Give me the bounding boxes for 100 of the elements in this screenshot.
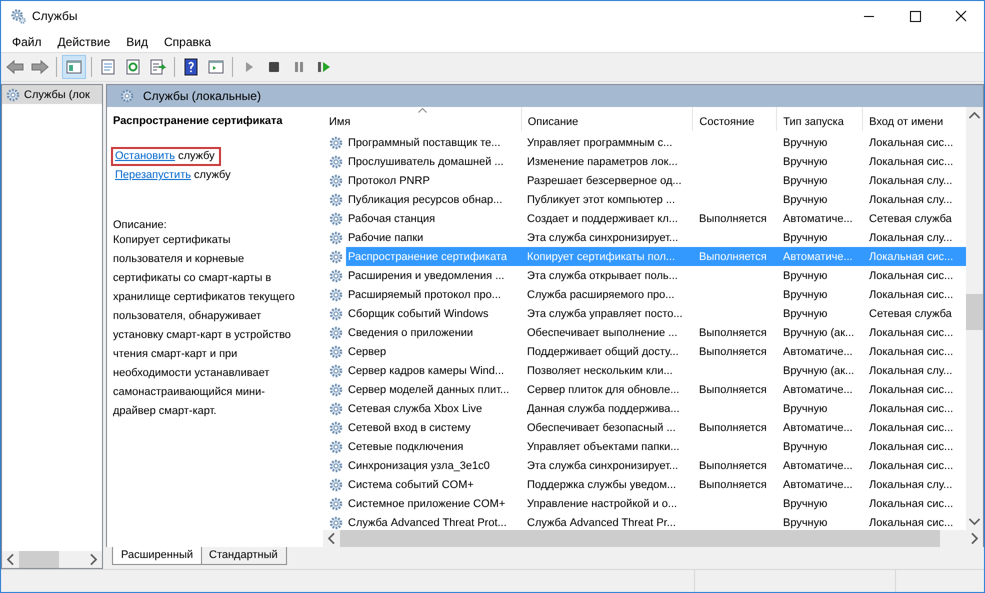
table-cell-text: Публикует этот компьютер ... bbox=[526, 194, 676, 206]
table-cell-text: Вручную (ак... bbox=[782, 326, 856, 338]
gear-icon bbox=[328, 400, 344, 416]
gears-icon bbox=[10, 8, 26, 24]
tree-item[interactable]: Службы (лок bbox=[2, 85, 102, 104]
description-label: Описание: bbox=[113, 219, 168, 231]
column-header[interactable]: Состояние bbox=[693, 107, 778, 131]
table-cell-text: Локальная сис... bbox=[868, 498, 954, 510]
menu-item[interactable]: Вид bbox=[118, 34, 156, 48]
console-tree-icon[interactable] bbox=[62, 55, 86, 79]
table-cell-text: Сервер моделей данных плит... bbox=[347, 384, 510, 396]
table-cell-text: Изменение параметров лок... bbox=[526, 156, 679, 168]
sort-caret-icon bbox=[418, 108, 427, 113]
scroll-thumb[interactable] bbox=[19, 551, 59, 568]
table-cell-text: Локальная сис... bbox=[868, 516, 954, 528]
column-header[interactable]: Вход от имени bbox=[863, 107, 966, 131]
table-cell-text: Эта служба синхронизирует... bbox=[526, 460, 680, 472]
table-row[interactable]: Прослушиватель домашней ... Изменение параметров лок... Вручную Локальная сис... bbox=[346, 152, 967, 171]
table-cell-text: Выполняется bbox=[698, 250, 768, 262]
table-cell-text: Поддержка службы уведом... bbox=[526, 478, 678, 490]
table-cell-text: Рабочая станция bbox=[347, 212, 436, 224]
vertical-scrollbar[interactable] bbox=[966, 107, 983, 530]
scroll-thumb[interactable] bbox=[966, 294, 983, 330]
table-row[interactable]: Рабочие папки Эта служба синхронизирует... Вручную Локальная слу... bbox=[346, 228, 967, 247]
table-cell-text: Автоматиче... bbox=[782, 346, 854, 358]
gear-icon bbox=[328, 496, 344, 512]
table-cell-text: Сервер кадров камеры Wind... bbox=[347, 364, 506, 376]
table-row[interactable]: Синхронизация узла_3e1c0 Эта служба синхронизирует... Выполняется Автоматиче... Локальная сис... bbox=[346, 456, 967, 475]
menu-item[interactable]: Справка bbox=[156, 34, 220, 48]
description-text: Копирует сертификаты пользователя и корневые сертификаты со смарт-карты в хранилище сертификатов текущего пользователя, обнаруживает установку смарт-карт в устройство чтения смарт-карт и при необходимости устанавливает самонастраивающийся мини-драйвер смарт-карт. bbox=[113, 233, 295, 419]
action-link[interactable]: Остановить bbox=[115, 150, 176, 162]
table-cell-text: Выполняется bbox=[698, 422, 768, 434]
action-link[interactable]: Перезапустить bbox=[115, 169, 191, 181]
menu-item[interactable]: Файл bbox=[4, 34, 50, 48]
column-header[interactable]: Имя bbox=[323, 107, 522, 131]
table-cell-text: Локальная сис... bbox=[868, 422, 954, 434]
table-cell-text: Локальная слу... bbox=[868, 478, 954, 490]
table-row[interactable]: Сервер Поддерживает общий досту... Выполняется Автоматиче... Локальная сис... bbox=[346, 342, 967, 361]
view-tab[interactable]: Стандартный bbox=[200, 547, 287, 565]
table-row[interactable]: Сервер кадров камеры Wind... Позволяет нескольким кли... Вручную (ак... Локальная слу... bbox=[346, 361, 967, 380]
table-cell-text: Расширения и уведомления ... bbox=[347, 270, 506, 282]
menu-item[interactable]: Действие bbox=[50, 34, 118, 48]
table-cell-text: Эта служба синхронизирует... bbox=[526, 232, 680, 244]
table-cell-text: Обеспечивает безопасный ... bbox=[526, 422, 677, 434]
table-cell-text: Сетевая служба bbox=[868, 308, 953, 320]
table-cell-text: Вручную bbox=[782, 194, 828, 206]
table-row[interactable]: Сетевые подключения Управляет объектами папки... Вручную Локальная сис... bbox=[346, 437, 967, 456]
table-row[interactable]: Системное приложение COM+ Управление настройкой и о... Вручную Локальная сис... bbox=[346, 494, 967, 513]
table-cell-text: Выполняется bbox=[698, 346, 768, 358]
table-row[interactable]: Расширения и уведомления ... Эта служба открывает поль... Вручную Локальная сис... bbox=[346, 266, 967, 285]
table-cell-text: Локальная сис... bbox=[868, 288, 954, 300]
table-cell-text: Служба Advanced Threat Pr... bbox=[526, 516, 677, 528]
table-cell-text: Вручную (ак... bbox=[782, 364, 856, 376]
gear-icon bbox=[328, 210, 344, 226]
table-cell-text: Локальная слу... bbox=[868, 364, 954, 376]
table-cell-text: Локальная сис... bbox=[868, 270, 954, 282]
gear-icon bbox=[328, 382, 344, 398]
table-cell-text: Сервер bbox=[347, 346, 388, 358]
gear-icon bbox=[328, 420, 344, 436]
horizontal-scrollbar[interactable] bbox=[2, 551, 102, 568]
table-cell-text: Рабочие папки bbox=[347, 232, 424, 244]
table-cell-text: Локальная сис... bbox=[868, 440, 954, 452]
table-cell-text: Вручную bbox=[782, 156, 828, 168]
table-row[interactable]: Расширяемый протокол про... Служба расширяемого про... Вручную Локальная сис... bbox=[346, 285, 967, 304]
table-row[interactable]: Сведения о приложении Обеспечивает выполнение ... Выполняется Вручную (ак... Локальная сис... bbox=[346, 323, 967, 342]
gear-icon bbox=[328, 438, 344, 454]
table-cell-text: Сетевая служба Xbox Live bbox=[347, 402, 484, 414]
table-cell-text: Выполняется bbox=[698, 460, 768, 472]
table-row[interactable]: Рабочая станция Создает и поддерживает кл... Выполняется Автоматиче... Сетевая служба bbox=[346, 209, 967, 228]
table-row[interactable]: Система событий COM+ Поддержка службы уведом... Выполняется Автоматиче... Локальная слу... bbox=[346, 475, 967, 494]
table-cell-text: Сетевой вход в систему bbox=[347, 422, 472, 434]
table-cell-text: Создает и поддерживает кл... bbox=[526, 212, 679, 224]
table-row[interactable]: Сетевая служба Xbox Live Данная служба поддержива... Вручную Локальная сис... bbox=[346, 399, 967, 418]
table-cell-text: Синхронизация узла_3e1c0 bbox=[347, 460, 491, 472]
column-header[interactable]: Описание bbox=[522, 107, 694, 131]
table-cell-text: Эта служба управляет посто... bbox=[526, 308, 684, 320]
table-cell-text: Автоматиче... bbox=[782, 478, 854, 490]
table-row[interactable]: Протокол PNRP Разрешает безсерверное од... Вручную Локальная слу... bbox=[346, 171, 967, 190]
table-cell-text: Публикация ресурсов обнар... bbox=[347, 194, 504, 206]
table-cell-text: Системное приложение COM+ bbox=[347, 498, 506, 510]
table-cell-text: Выполняется bbox=[698, 478, 768, 490]
view-tab[interactable]: Расширенный bbox=[112, 547, 202, 565]
table-cell-text: Расширяемый протокол про... bbox=[347, 288, 502, 300]
table-cell-text: Данная служба поддержива... bbox=[526, 402, 681, 414]
table-row[interactable]: Публикация ресурсов обнар... Публикует этот компьютер ... Вручную Локальная слу... bbox=[346, 190, 967, 209]
table-cell-text: Позволяет нескольким кли... bbox=[526, 364, 674, 376]
table-cell-text: Распространение сертификата bbox=[347, 250, 508, 262]
table-cell-text: Копирует сертификаты пол... bbox=[526, 250, 676, 262]
table-row[interactable]: Служба Advanced Threat Prot... Служба Advanced Threat Pr... Вручную Локальная сис... bbox=[346, 513, 967, 532]
table-cell-text: Локальная слу... bbox=[868, 194, 954, 206]
table-row[interactable]: Сервер моделей данных плит... Сервер плиток для обновле... Выполняется Автоматиче... Локальная сис... bbox=[346, 380, 967, 399]
table-row[interactable]: Сетевой вход в систему Обеспечивает безопасный ... Выполняется Автоматиче... Локальная сис... bbox=[346, 418, 967, 437]
column-header[interactable]: Тип запуска bbox=[777, 107, 864, 131]
action-line: Перезапустить службу bbox=[114, 168, 232, 183]
table-row[interactable]: Сборщик событий Windows Эта служба управляет посто... Вручную Сетевая служба bbox=[346, 304, 967, 323]
table-cell-text: Выполняется bbox=[698, 384, 768, 396]
table-cell-text: Вручную bbox=[782, 498, 828, 510]
table-row[interactable]: Программный поставщик те... Управляет программным с... Вручную Локальная сис... bbox=[346, 133, 967, 152]
table-cell-text: Разрешает безсерверное од... bbox=[526, 174, 683, 186]
gear-icon bbox=[328, 154, 344, 170]
